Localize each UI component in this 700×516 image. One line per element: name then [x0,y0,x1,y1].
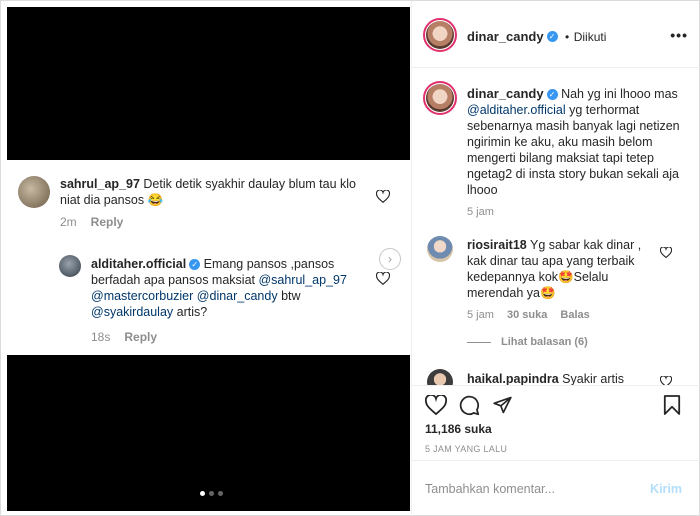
comment-username[interactable]: riosirait18 [467,238,527,252]
avatar [18,176,50,208]
post-window: sahrul_ap_97 Detik detik syakhir daulay … [0,0,700,516]
reply-button[interactable]: Reply [124,330,157,344]
comment-username: alditaher.official [91,257,187,271]
verified-badge-icon: ✓ [546,31,558,43]
reply-button[interactable]: Balas [560,309,589,321]
comment-input[interactable]: Tambahkan komentar... [425,482,555,496]
share-paper-plane-icon[interactable] [492,395,513,415]
avatar[interactable] [426,84,454,112]
follow-status-button[interactable]: Diikuti [574,30,607,44]
comments-list[interactable]: dinar_candy ✓ Nah yg ini lhooo mas @aldit… [412,69,700,385]
post-timestamp[interactable]: 5 JAM YANG LALU [425,444,507,454]
carousel-dots [200,491,223,496]
more-options-icon[interactable]: ••• [670,27,688,43]
heart-icon[interactable] [376,272,390,285]
avatar[interactable] [426,21,454,49]
comment-username[interactable]: haikal.papindra [467,372,559,385]
comment-username: sahrul_ap_97 [60,177,140,191]
comment-text: haikal.papindra Syakir artis [467,372,624,385]
heart-icon[interactable] [660,247,672,258]
comment-meta: 2m Reply [60,215,124,229]
chevron-right-icon: › [388,252,392,266]
carousel-dot [200,491,205,496]
like-heart-icon[interactable] [425,395,447,415]
carousel-dot [218,491,223,496]
comment-meta: 18s Reply [91,330,158,344]
carousel-dot [209,491,214,496]
screenshot-comments: sahrul_ap_97 Detik detik syakhir daulay … [7,160,410,355]
post-side-panel: dinar_candy ✓ • Diikuti ••• dinar_candy ✓ … [411,1,700,516]
avatar[interactable] [427,369,453,385]
post-comment-button[interactable]: Kirim [650,482,682,496]
post-media[interactable]: sahrul_ap_97 Detik detik syakhir daulay … [7,7,410,511]
caption-text: dinar_candy ✓ Nah yg ini lhooo mas @aldit… [467,86,680,197]
next-slide-button[interactable]: › [379,248,401,270]
post-header: dinar_candy ✓ • Diikuti ••• [412,1,700,68]
comment-text: riosirait18 Yg sabar kak dinar , kak din… [467,238,642,300]
comment-meta: 5 jam 30 suka Balas [467,309,590,321]
comment-text: alditaher.official ✓ Emang pansos ,pansos… [91,257,347,319]
caption-username[interactable]: dinar_candy [467,86,544,101]
comment-likes[interactable]: 30 suka [507,309,547,321]
add-comment-bar: Tambahkan komentar... Kirim [412,460,700,516]
like-count[interactable]: 11,186 suka [425,422,492,436]
header-title: dinar_candy ✓ • Diikuti [467,29,607,44]
avatar[interactable] [427,236,453,262]
reply-button[interactable]: Reply [91,215,124,229]
verified-badge-icon: ✓ [189,259,201,271]
caption-time: 5 jam [467,206,494,218]
post-actions: 11,186 suka 5 JAM YANG LALU [412,385,700,454]
header-username[interactable]: dinar_candy [467,29,544,44]
heart-icon[interactable] [376,190,390,203]
divider [467,341,491,343]
comment-text: sahrul_ap_97 Detik detik syakhir daulay … [60,177,356,207]
comment-bubble-icon[interactable] [459,395,480,416]
view-replies-button[interactable]: Lihat balasan (6) [467,336,588,348]
bookmark-icon[interactable] [663,394,681,416]
heart-icon[interactable] [660,376,672,385]
verified-badge-icon: ✓ [546,89,558,101]
avatar [59,255,81,277]
